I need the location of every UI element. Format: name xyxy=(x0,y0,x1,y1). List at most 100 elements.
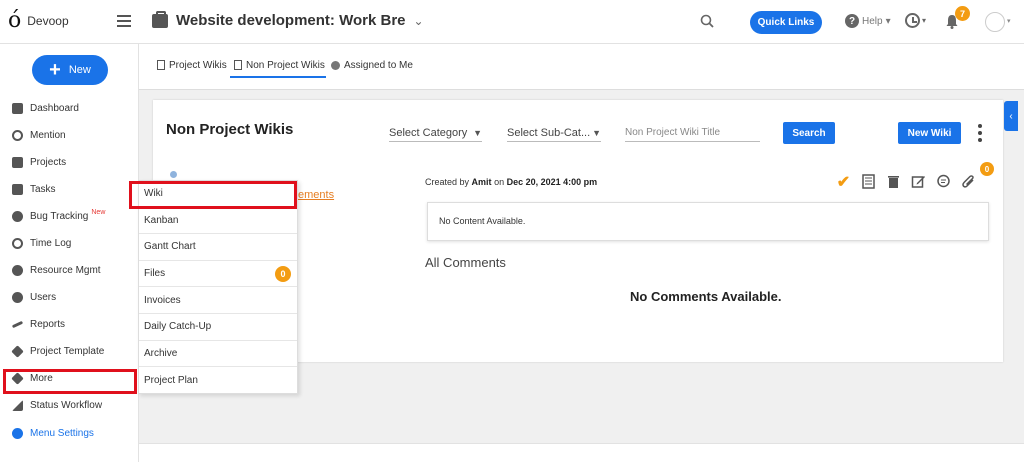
comment-icon[interactable] xyxy=(936,174,951,189)
caret-down-icon: ▾ xyxy=(1007,18,1011,25)
wiki-highlight-box xyxy=(129,181,297,209)
clock-icon xyxy=(905,13,920,28)
sidebar-item-bug-tracking[interactable]: Bug Tracking New xyxy=(0,203,139,230)
sidebar-item-label: Dashboard xyxy=(30,103,79,114)
layers-icon xyxy=(11,345,24,358)
list-bullet xyxy=(170,171,177,178)
project-title: Website development: Work Bre xyxy=(176,12,406,29)
category-select-value: Select Category xyxy=(389,126,468,139)
sidebar-item-label: Status Workflow xyxy=(30,400,103,411)
checkmark-icon[interactable]: ✔ xyxy=(836,174,851,191)
sidebar-item-label: Menu Settings xyxy=(30,428,94,439)
menu-item-files[interactable]: Files 0 xyxy=(139,261,297,288)
sidebar-item-resource-mgmt[interactable]: Resource Mgmt xyxy=(0,257,139,284)
wiki-content-box: No Content Available. xyxy=(427,202,989,241)
resource-icon xyxy=(12,265,23,276)
avatar[interactable] xyxy=(985,12,1005,32)
wiki-title-search-input[interactable] xyxy=(625,124,760,142)
more-options-icon[interactable] xyxy=(977,124,983,142)
sidebar-item-label: Projects xyxy=(30,157,67,168)
sidebar-item-users[interactable]: Users xyxy=(0,284,139,311)
logo-mark-icon: ó xyxy=(8,8,22,33)
quick-links-button[interactable]: Quick Links xyxy=(750,11,822,34)
subcategory-select[interactable]: Select Sub-Cat... ▼ xyxy=(507,124,601,142)
no-comments-message: No Comments Available. xyxy=(630,289,782,304)
sidebar-item-mention[interactable]: Mention xyxy=(0,122,139,149)
check-circle-icon xyxy=(331,60,340,70)
sidebar-item-label: Mention xyxy=(30,130,66,141)
menu-item-invoices[interactable]: Invoices xyxy=(139,287,297,314)
project-selector[interactable]: Website development: Work Bre ⌄ xyxy=(152,10,424,29)
sidebar-item-project-template[interactable]: Project Template xyxy=(0,338,139,365)
document-icon xyxy=(157,60,165,70)
notification-badge: 7 xyxy=(955,6,970,21)
attachment-count-badge: 0 xyxy=(980,162,994,176)
new-wiki-button[interactable]: New Wiki xyxy=(898,122,961,144)
help-icon: ? xyxy=(845,14,859,28)
checkbox-icon xyxy=(12,184,23,195)
created-on-prefix: on xyxy=(494,177,505,187)
edit-icon[interactable] xyxy=(911,174,926,189)
sidebar-item-label: Resource Mgmt xyxy=(30,265,101,276)
sidebar-item-projects[interactable]: Projects xyxy=(0,149,139,176)
sidebar-item-menu-settings[interactable]: Menu Settings xyxy=(0,420,139,447)
created-by-line: Created by Amit on Dec 20, 2021 4:00 pm xyxy=(425,177,597,187)
search-button[interactable]: Search xyxy=(783,122,835,144)
user-icon xyxy=(12,292,23,303)
sidebar-item-label: Users xyxy=(30,292,57,303)
sidebar-item-status-workflow[interactable]: Status Workflow xyxy=(0,392,139,419)
help-menu[interactable]: ? Help ▾ xyxy=(845,14,891,28)
briefcase-icon xyxy=(152,10,168,28)
footer-bar xyxy=(139,443,1024,462)
active-tab-indicator xyxy=(230,76,326,78)
new-button[interactable]: + New xyxy=(32,55,108,85)
app-name: Devoop xyxy=(27,14,69,28)
document-icon xyxy=(234,60,242,70)
caret-down-icon: ▾ xyxy=(922,16,927,25)
tab-non-project-wikis[interactable]: Non Project Wikis xyxy=(234,54,325,76)
sidebar: + New Dashboard Mention Projects Tasks B… xyxy=(0,44,139,462)
sidebar-item-dashboard[interactable]: Dashboard xyxy=(0,95,139,122)
more-dropdown-menu: Wiki Kanban Gantt Chart Files 0 Invoices … xyxy=(138,180,298,394)
briefcase-icon xyxy=(12,157,23,168)
search-icon[interactable] xyxy=(700,14,714,28)
tab-assigned-to-me[interactable]: Assigned to Me xyxy=(331,54,413,76)
chevron-down-icon: ⌄ xyxy=(413,13,424,28)
menu-item-archive[interactable]: Archive xyxy=(139,341,297,368)
chart-icon xyxy=(11,320,24,329)
wiki-actions: ✔ xyxy=(836,174,976,191)
plus-icon: + xyxy=(49,59,61,81)
sidebar-item-tasks[interactable]: Tasks xyxy=(0,176,139,203)
subcategory-select-value: Select Sub-Cat... xyxy=(507,126,591,139)
menu-item-kanban[interactable]: Kanban xyxy=(139,208,297,235)
sidebar-item-label: Project Template xyxy=(30,346,105,357)
new-button-label: New xyxy=(68,64,91,76)
created-by-prefix: Created by xyxy=(425,177,470,187)
menu-item-gantt-chart[interactable]: Gantt Chart xyxy=(139,234,297,261)
attachment-icon[interactable] xyxy=(961,174,976,189)
sidebar-item-reports[interactable]: Reports xyxy=(0,311,139,338)
files-count-badge: 0 xyxy=(275,265,291,282)
trash-icon[interactable] xyxy=(886,174,901,189)
time-menu[interactable]: ▾ xyxy=(905,13,926,28)
workflow-icon xyxy=(12,400,23,411)
sidebar-item-label: Reports xyxy=(30,319,66,330)
collapse-panel-button[interactable]: ‹ xyxy=(1004,101,1018,131)
menu-item-daily-catch-up[interactable]: Daily Catch-Up xyxy=(139,314,297,341)
wiki-tabs-bar: Project Wikis Non Project Wikis Assigned… xyxy=(139,44,1024,90)
tab-project-wikis[interactable]: Project Wikis xyxy=(157,54,227,76)
new-badge: New xyxy=(91,209,106,216)
hamburger-menu-icon[interactable] xyxy=(117,15,131,27)
sidebar-item-time-log[interactable]: Time Log xyxy=(0,230,139,257)
notebook-icon[interactable] xyxy=(861,174,876,189)
wiki-link-partial[interactable]: ements xyxy=(298,189,334,201)
menu-item-project-plan[interactable]: Project Plan xyxy=(139,367,297,394)
category-select[interactable]: Select Category ▼ xyxy=(389,124,482,142)
all-comments-heading: All Comments xyxy=(425,255,506,270)
sidebar-item-label: Time Log xyxy=(30,238,72,249)
tab-label: Project Wikis xyxy=(169,59,227,71)
sidebar-item-label: Bug Tracking xyxy=(30,211,89,222)
app-logo[interactable]: ó Devoop xyxy=(8,8,69,33)
top-bar: ó Devoop Website development: Work Bre ⌄… xyxy=(0,0,1024,44)
created-date: Dec 20, 2021 4:00 pm xyxy=(506,177,598,187)
